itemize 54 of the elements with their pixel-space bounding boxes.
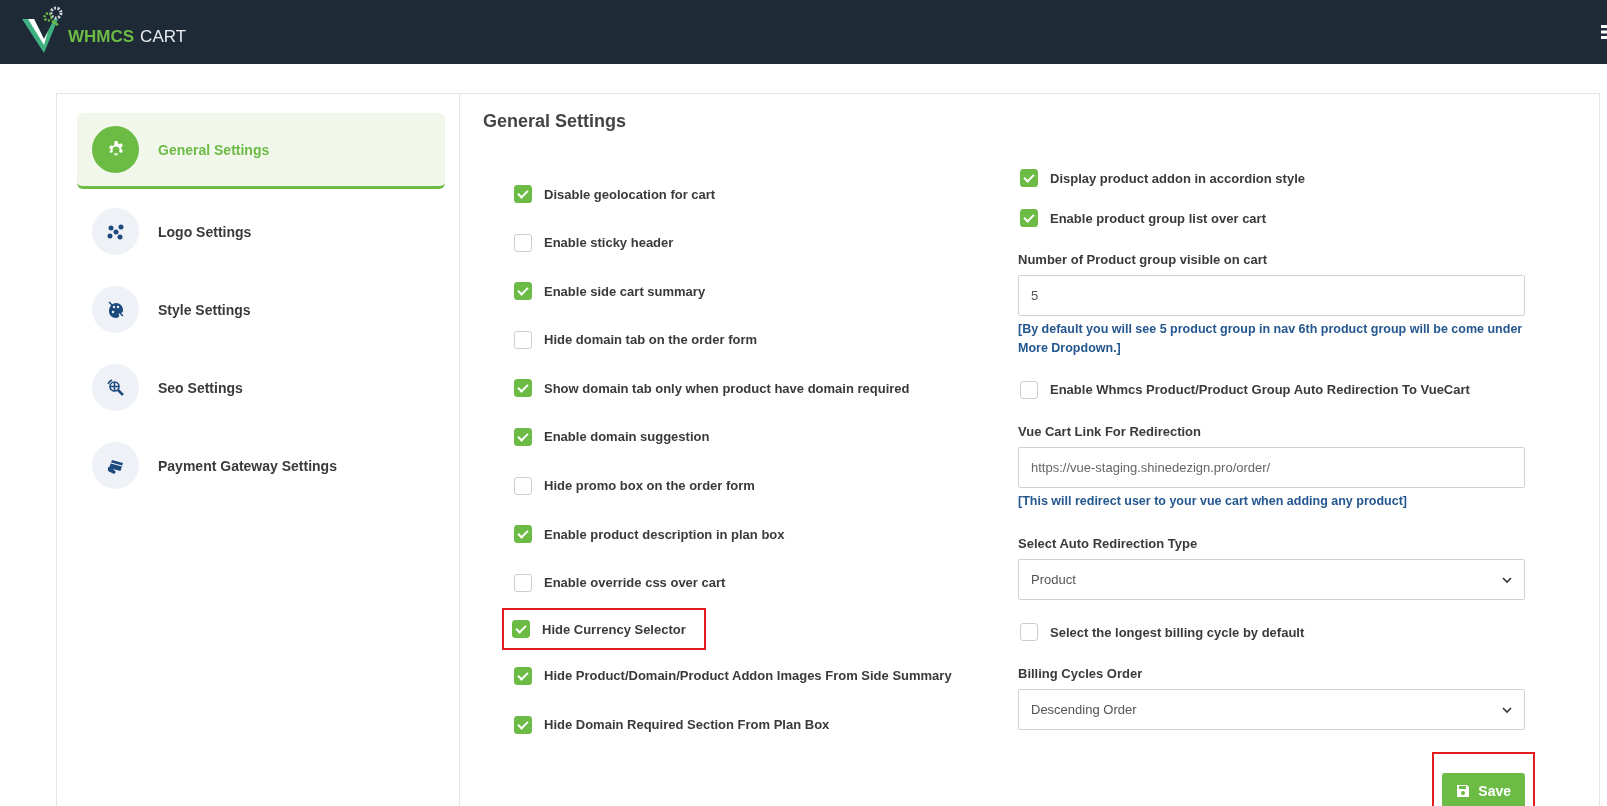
field-label: Select Auto Redirection Type bbox=[1018, 536, 1199, 552]
sidebar-item[interactable]: Style Settings bbox=[77, 277, 445, 345]
option-label: Hide promo box on the order form bbox=[544, 478, 755, 494]
option-label: Hide Currency Selector bbox=[542, 621, 686, 637]
caret-icon bbox=[1502, 704, 1512, 715]
checkbox[interactable] bbox=[514, 476, 532, 495]
checkbox[interactable] bbox=[514, 379, 532, 398]
help-note: [By default you will see 5 product group in nav 6th product group will be come under More Dropdown.] bbox=[1018, 321, 1524, 357]
search-globe-icon bbox=[105, 377, 126, 398]
checkbox[interactable] bbox=[514, 666, 532, 685]
checkbox[interactable] bbox=[1020, 623, 1038, 642]
sidebar-item[interactable]: Logo Settings bbox=[77, 199, 445, 267]
sidebar-item[interactable]: Payment Gateway Settings bbox=[77, 433, 445, 501]
text-field[interactable]: https://vue-staging.shinedezign.pro/order/ bbox=[1018, 446, 1525, 488]
option-label: Enable product group list over cart bbox=[1050, 210, 1266, 226]
menu-icon[interactable] bbox=[1599, 22, 1607, 42]
option-label: Hide domain tab on the order form bbox=[544, 332, 758, 348]
option-label: Disable geolocation for cart bbox=[544, 186, 716, 202]
field-label: Number of Product group visible on cart bbox=[1018, 252, 1269, 267]
help-note: [This will redirect user to your vue cart when adding any product] bbox=[1018, 492, 1408, 510]
checkbox[interactable] bbox=[514, 525, 532, 544]
option-label: Show domain tab only when product have domain required bbox=[544, 380, 910, 396]
section-title: General Settings bbox=[483, 111, 628, 132]
option-label: Enable product description in plan box bbox=[544, 526, 785, 542]
checkbox[interactable] bbox=[514, 427, 532, 446]
caret-icon bbox=[1502, 574, 1512, 585]
select-field[interactable]: Product bbox=[1018, 559, 1525, 601]
checkbox[interactable] bbox=[514, 573, 532, 592]
option-label: Enable override css over cart bbox=[544, 575, 726, 591]
option-label: Enable side cart summary bbox=[544, 283, 706, 299]
checkbox[interactable] bbox=[1020, 380, 1038, 399]
option-label: Display product addon in accordion style bbox=[1050, 170, 1305, 186]
option-label: Hide Product/Domain/Product Addon Images From Side Summary bbox=[544, 668, 952, 684]
text-field[interactable]: 5 bbox=[1018, 275, 1525, 316]
checkbox[interactable] bbox=[514, 282, 532, 301]
logo-product: CART bbox=[140, 27, 187, 47]
option-label: Select the longest billing cycle by default bbox=[1050, 624, 1305, 640]
checkbox[interactable] bbox=[514, 715, 532, 734]
logo-brand: WHMCS bbox=[68, 27, 135, 47]
select-field[interactable]: Descending Order bbox=[1018, 689, 1525, 731]
option-label: Enable sticky header bbox=[544, 235, 674, 251]
checkbox[interactable] bbox=[1020, 209, 1038, 227]
field-label: Vue Cart Link For Redirection bbox=[1018, 423, 1202, 439]
field-label: Billing Cycles Order bbox=[1018, 666, 1144, 682]
checkbox[interactable] bbox=[1020, 169, 1038, 187]
checkbox[interactable] bbox=[514, 330, 532, 349]
palette-icon bbox=[105, 299, 126, 320]
checkbox[interactable] bbox=[514, 233, 532, 252]
sidebar-item[interactable]: Seo Settings bbox=[77, 355, 445, 423]
option-label: Hide Domain Required Section From Plan Box bbox=[544, 717, 830, 733]
checkbox[interactable] bbox=[514, 185, 532, 203]
option-label: Enable Whmcs Product/Product Group Auto Redirection To VueCart bbox=[1050, 382, 1470, 397]
checkbox[interactable] bbox=[512, 620, 530, 639]
option-label: Enable domain suggestion bbox=[544, 429, 710, 445]
